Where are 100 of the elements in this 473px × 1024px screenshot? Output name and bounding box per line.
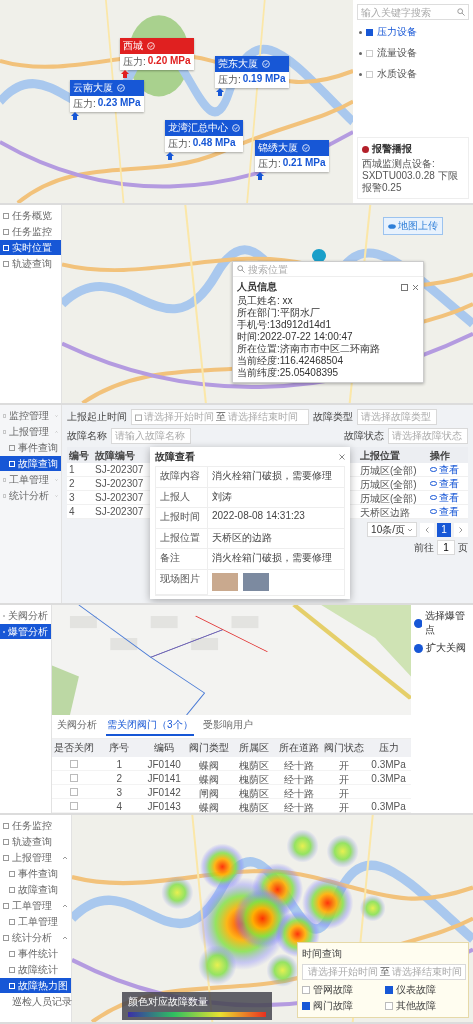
menu-icon [9,950,15,957]
table-cell: 槐荫区 [238,802,269,813]
menu-item[interactable]: 任务监控 [0,818,71,833]
date-range-field[interactable]: 请选择开始时间 至 请选择结束时间 [131,409,309,425]
date-range-field[interactable]: 请选择开始时间 至 请选择结束时间 [302,964,466,980]
search-field[interactable]: 搜索位置 [248,263,419,275]
menu-group[interactable]: 上报管理 [0,850,71,865]
nav-item[interactable]: 实时位置 [0,240,61,255]
column-header: 故障编号 [93,447,153,463]
marker-card[interactable]: 云南大厦 压力: 0.23 MPa [70,80,144,112]
table-cell: 经十路 [283,788,314,799]
pin-icon[interactable] [255,172,265,181]
pin-icon[interactable] [215,88,225,97]
column-header: 所属区 [231,739,277,757]
table-cell: 天桥区边路 [358,505,428,519]
nav-item[interactable]: 爆管分析 [0,624,51,639]
checkbox[interactable] [70,774,79,782]
upload-button[interactable]: 地图上传 [383,217,443,235]
goto-label: 前往 [414,540,434,555]
layer-item[interactable]: 压力设备 [357,23,469,41]
table-cell: 1 [67,463,93,477]
checkbox[interactable] [70,788,79,796]
next-page-button[interactable] [454,522,468,537]
checkbox[interactable] [385,1002,393,1010]
action-button[interactable]: 扩大关阀 [414,641,470,655]
table-cell: 3 [116,787,123,798]
nav-item[interactable]: 轨迹查询 [0,256,61,271]
view-link[interactable]: 查看 [428,477,468,491]
table-cell: 蝶阀 [199,760,220,771]
menu-item[interactable]: 故障热力图 [0,978,71,993]
menu-item[interactable]: 事件查询 [0,866,71,881]
menu-group[interactable]: 统计分析 [0,488,61,503]
goto-field[interactable]: 1 [437,540,455,555]
close-icon[interactable] [412,283,419,291]
field-label: 上报位置 [156,528,208,549]
menu-group[interactable]: 统计分析 [0,930,71,945]
info-line: 所在部门:平阴水厂 [236,307,321,319]
marker-card[interactable]: 莞东大厦 压力: 0.19 MPa [215,56,289,88]
pin-icon[interactable] [165,152,175,161]
checkbox[interactable] [302,986,310,994]
checkbox[interactable] [302,1002,310,1010]
check-circle-icon [262,60,270,68]
menu-item[interactable]: 故障统计 [0,962,71,977]
table-cell: JF0142 [147,787,181,798]
view-link[interactable]: 查看 [428,505,468,519]
table-cell: 开 [338,774,349,785]
tab[interactable]: 关阀分析 [56,717,98,736]
menu-item[interactable]: 工单管理 [0,914,71,929]
menu-item[interactable]: 故障查询 [0,456,61,471]
field-label: 现场图片 [156,569,208,595]
menu-group[interactable]: 工单管理 [0,898,71,913]
reading-value: 0.19 MPa [242,73,286,86]
menu-item[interactable]: 事件查询 [0,440,61,455]
calendar-icon [135,413,142,421]
search-field[interactable]: 输入关键字搜索 [357,4,469,20]
table-cell: 槐荫区 [238,760,269,771]
pin-icon[interactable] [120,70,130,79]
check-circle-icon [147,42,155,50]
photo-placeholder[interactable] [243,572,269,591]
menu-item[interactable]: 故障查询 [0,882,71,897]
nav-item[interactable]: 关阀分析 [0,608,51,623]
view-link[interactable]: 查看 [428,463,468,477]
checkbox[interactable] [70,760,79,768]
bullet-icon [359,72,362,76]
view-link[interactable]: 查看 [428,491,468,505]
page-size-select[interactable]: 10条/页 [367,522,417,537]
page-button[interactable]: 1 [437,522,451,537]
menu-item[interactable]: 事件统计 [0,946,71,961]
menu-group[interactable]: 上报管理 [0,424,61,439]
close-icon[interactable] [339,454,345,460]
caret-icon [62,854,68,861]
marker-card[interactable]: 龙湾汇总中心 压力: 0.48 MPa [165,120,243,152]
tab[interactable]: 需关闭阀门（3个） [106,717,194,736]
nav-item[interactable]: 任务概览 [0,208,61,223]
menu-group[interactable]: 工单管理 [0,472,61,487]
menu-icon [3,228,9,235]
marker-card[interactable]: 锦绣大厦 压力: 0.21 MPa [255,140,329,172]
menu-icon [9,918,15,925]
tab[interactable]: 受影响用户 [201,717,254,736]
photo-placeholder[interactable] [212,572,238,591]
info-line: 当前纬度:25.05408395 [236,367,340,379]
nav-item[interactable]: 任务监控 [0,224,61,239]
menu-item[interactable]: 轨迹查询 [0,834,71,849]
menu-icon [3,822,9,829]
menu-item[interactable]: 巡检人员记录 [0,994,71,1009]
checkbox[interactable] [70,802,79,810]
menu-group[interactable]: 监控管理 [0,408,61,423]
end-placeholder: 请选择结束时间 [228,410,298,424]
action-button[interactable]: 选择爆管点 [414,609,470,637]
marker-card[interactable]: 西城 压力: 0.20 MPa [120,38,194,70]
heat-spot [326,834,359,868]
layer-item[interactable]: 水质设备 [357,65,469,83]
maximize-icon[interactable] [401,283,408,291]
table-cell: 4 [116,801,123,812]
layer-item[interactable]: 流量设备 [357,44,469,62]
checkbox[interactable] [385,986,393,994]
table-cell: 0.3MPa [371,759,406,770]
prev-page-button[interactable] [420,522,434,537]
pin-icon[interactable] [70,112,80,121]
alarm-message: 西城监测点设备: SXDTU003.0.28 下限报警0.25 [362,158,459,194]
